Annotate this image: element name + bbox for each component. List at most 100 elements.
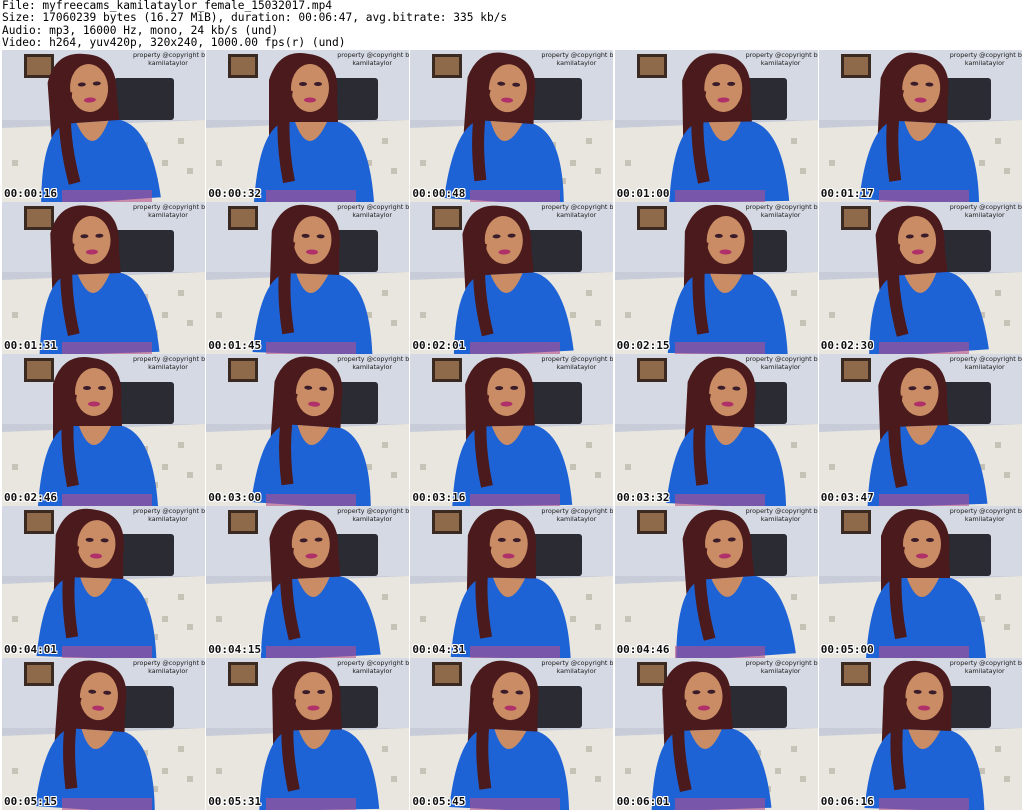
frame-image <box>410 50 614 202</box>
video-frame-thumbnail: property @copyright b kamilataylor 00:00:1… <box>2 50 205 202</box>
watermark-line-2: kamilataylor <box>760 59 801 67</box>
video-frame-thumbnail: property @copyright b kamilataylor 00:00:4… <box>410 50 614 202</box>
video-frame-thumbnail: property @copyright b kamilataylor 00:04:3… <box>410 506 614 658</box>
watermark-line-2: kamilataylor <box>148 667 188 675</box>
frame-image <box>614 506 818 658</box>
video-frame-thumbnail: property @copyright b kamilataylor 00:06:0… <box>614 658 818 810</box>
watermark: property @copyright b kamilataylor <box>541 659 614 675</box>
frame-image <box>410 202 614 354</box>
watermark-line-1: property @copyright b <box>949 507 1022 515</box>
video-frame-thumbnail: property @copyright b kamilataylor 00:01:0… <box>614 50 818 202</box>
watermark-line-2: kamilataylor <box>352 59 393 67</box>
watermark-line-2: kamilataylor <box>556 59 597 67</box>
video-info-line: Video: h264, yuv420p, 320x240, 1000.00 f… <box>2 35 346 49</box>
frame-timestamp: 00:02:15 <box>616 339 670 352</box>
watermark: property @copyright b kamilataylor <box>541 355 614 371</box>
watermark-line-2: kamilataylor <box>148 515 188 523</box>
frame-image <box>614 658 818 810</box>
frame-timestamp: 00:05:00 <box>820 643 874 656</box>
watermark-line-2: kamilataylor <box>760 667 801 675</box>
frame-image <box>206 202 410 354</box>
watermark-line-1: property @copyright b <box>133 507 205 515</box>
watermark-line-1: property @copyright b <box>133 203 205 211</box>
watermark: property @copyright b kamilataylor <box>541 507 614 523</box>
frame-image <box>410 658 614 810</box>
watermark-line-1: property @copyright b <box>745 203 818 211</box>
frame-timestamp: 00:03:32 <box>616 491 670 504</box>
frame-timestamp: 00:00:32 <box>208 187 262 200</box>
watermark-line-1: property @copyright b <box>745 507 818 515</box>
watermark-line-1: property @copyright b <box>133 51 205 59</box>
frame-image <box>2 50 205 202</box>
file-info-header: File: myfreecams_kamilataylor_female_150… <box>0 0 1024 50</box>
watermark-line-1: property @copyright b <box>541 355 614 363</box>
frame-image <box>410 354 614 506</box>
video-frame-thumbnail: property @copyright b kamilataylor 00:03:1… <box>410 354 614 506</box>
watermark-line-1: property @copyright b <box>541 659 614 667</box>
watermark: property @copyright b kamilataylor <box>745 659 818 675</box>
watermark: property @copyright b kamilataylor <box>541 203 614 219</box>
watermark-line-1: property @copyright b <box>949 51 1022 59</box>
video-frame-thumbnail: property @copyright b kamilataylor 00:06:1… <box>818 658 1022 810</box>
frame-timestamp: 00:00:48 <box>412 187 466 200</box>
watermark: property @copyright b kamilataylor <box>949 51 1022 67</box>
watermark: property @copyright b kamilataylor <box>133 203 205 219</box>
watermark-line-2: kamilataylor <box>760 363 801 371</box>
video-frame-thumbnail: property @copyright b kamilataylor 00:01:3… <box>2 202 205 354</box>
video-frame-thumbnail: property @copyright b kamilataylor 00:01:1… <box>818 50 1022 202</box>
watermark: property @copyright b kamilataylor <box>337 355 410 371</box>
frame-image <box>614 354 818 506</box>
watermark: property @copyright b kamilataylor <box>745 203 818 219</box>
frame-timestamp: 00:06:01 <box>616 795 670 808</box>
watermark: property @copyright b kamilataylor <box>133 659 205 675</box>
watermark-line-1: property @copyright b <box>337 51 410 59</box>
video-frame-thumbnail: property @copyright b kamilataylor 00:01:4… <box>206 202 410 354</box>
watermark-line-2: kamilataylor <box>964 515 1005 523</box>
watermark-line-2: kamilataylor <box>760 211 801 219</box>
watermark-line-2: kamilataylor <box>148 59 188 67</box>
frame-timestamp: 00:02:01 <box>412 339 466 352</box>
watermark-line-1: property @copyright b <box>745 659 818 667</box>
frame-timestamp: 00:03:47 <box>820 491 874 504</box>
watermark-line-2: kamilataylor <box>352 667 393 675</box>
frame-timestamp: 00:03:00 <box>208 491 262 504</box>
watermark-line-1: property @copyright b <box>541 507 614 515</box>
watermark-line-2: kamilataylor <box>556 515 597 523</box>
watermark: property @copyright b kamilataylor <box>337 51 410 67</box>
frame-timestamp: 00:00:16 <box>4 187 57 200</box>
watermark-line-2: kamilataylor <box>352 515 393 523</box>
frame-timestamp: 00:04:31 <box>412 643 466 656</box>
watermark-line-1: property @copyright b <box>337 355 410 363</box>
watermark-line-1: property @copyright b <box>949 355 1022 363</box>
frame-image <box>206 658 410 810</box>
frame-timestamp: 00:06:16 <box>820 795 874 808</box>
frame-image <box>206 506 410 658</box>
frame-timestamp: 00:02:30 <box>820 339 874 352</box>
frame-timestamp: 00:05:45 <box>412 795 466 808</box>
watermark-line-1: property @copyright b <box>541 51 614 59</box>
video-frame-thumbnail: property @copyright b kamilataylor 00:02:3… <box>818 202 1022 354</box>
frame-timestamp: 00:01:31 <box>4 339 57 352</box>
watermark-line-2: kamilataylor <box>964 211 1005 219</box>
frame-image <box>614 50 818 202</box>
frame-timestamp: 00:03:16 <box>412 491 466 504</box>
watermark: property @copyright b kamilataylor <box>949 355 1022 371</box>
watermark-line-1: property @copyright b <box>541 203 614 211</box>
frame-image <box>818 506 1022 658</box>
frame-timestamp: 00:04:46 <box>616 643 670 656</box>
watermark-line-1: property @copyright b <box>133 355 205 363</box>
video-frame-thumbnail: property @copyright b kamilataylor 00:02:0… <box>410 202 614 354</box>
frame-image <box>410 506 614 658</box>
frame-image <box>818 658 1022 810</box>
watermark-line-2: kamilataylor <box>964 667 1005 675</box>
watermark-line-2: kamilataylor <box>352 363 393 371</box>
video-frame-thumbnail: property @copyright b kamilataylor 00:04:0… <box>2 506 205 658</box>
watermark: property @copyright b kamilataylor <box>745 507 818 523</box>
video-frame-thumbnail: property @copyright b kamilataylor 00:03:0… <box>206 354 410 506</box>
watermark: property @copyright b kamilataylor <box>541 51 614 67</box>
watermark: property @copyright b kamilataylor <box>746 355 818 371</box>
watermark-line-1: property @copyright b <box>337 203 410 211</box>
frame-image <box>818 354 1022 506</box>
video-frame-thumbnail: property @copyright b kamilataylor 00:05:3… <box>206 658 410 810</box>
watermark: property @copyright b kamilataylor <box>133 507 205 523</box>
